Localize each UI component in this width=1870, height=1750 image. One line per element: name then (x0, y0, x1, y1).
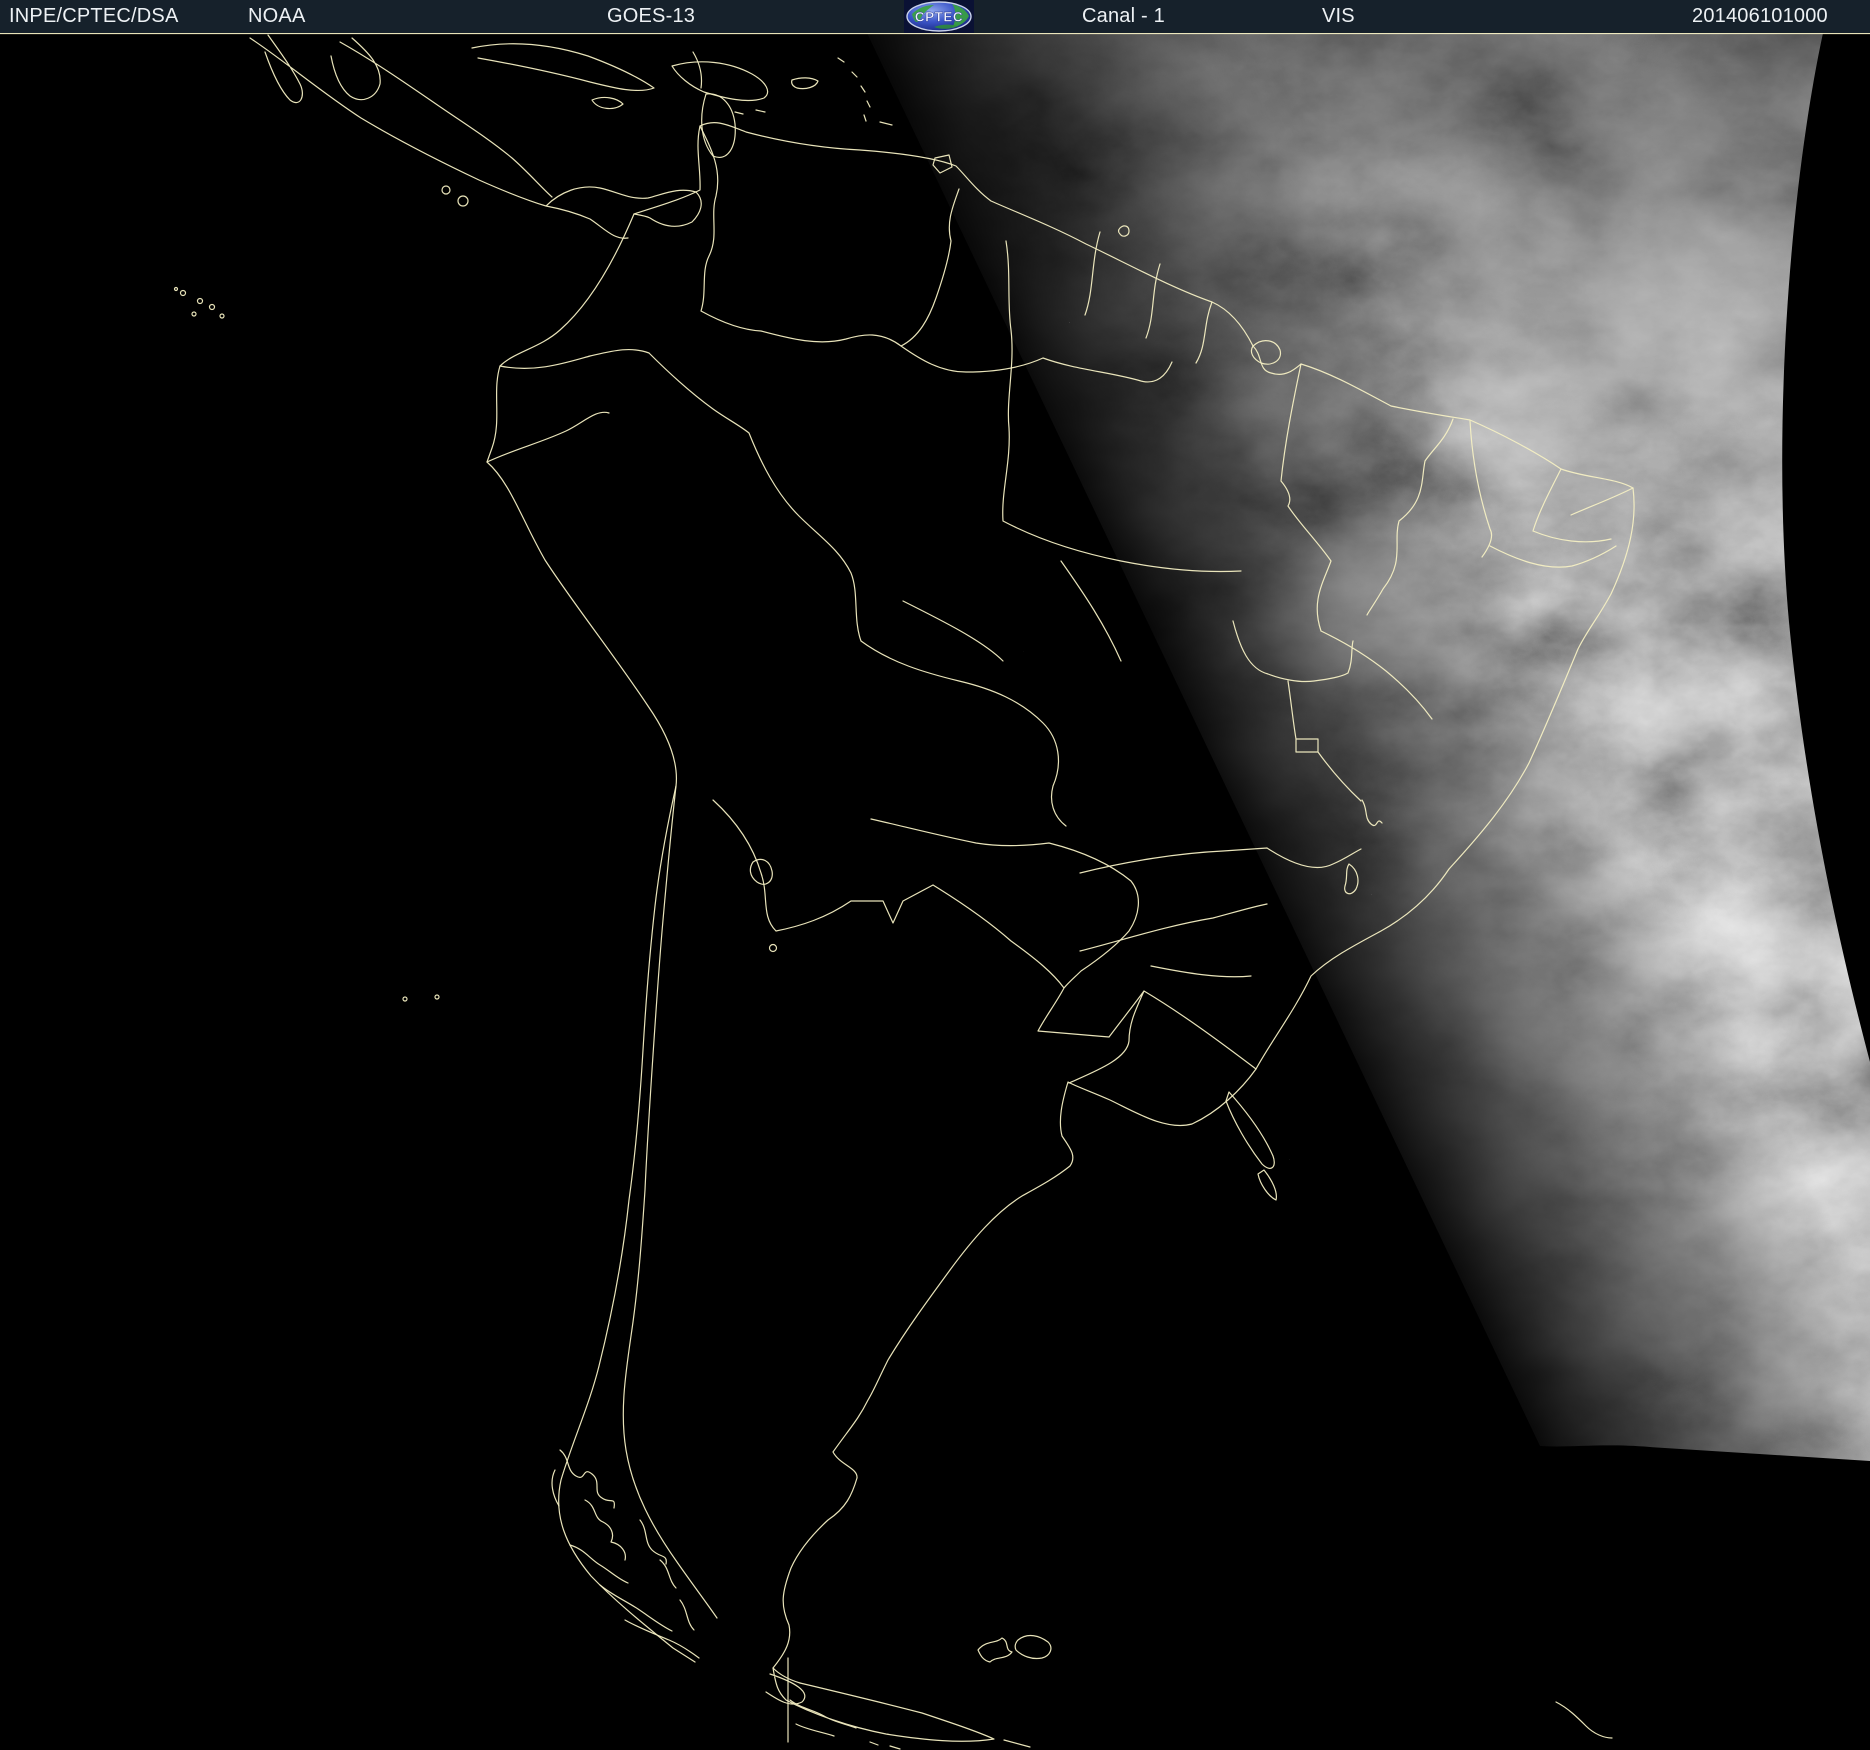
satellite-image-canvas (0, 0, 1870, 1750)
satellite-label: GOES-13 (607, 5, 696, 27)
agency-label: INPE/CPTEC/DSA (9, 5, 179, 27)
channel-label: Canal - 1 (1082, 5, 1165, 27)
cptec-logo-icon: CPTEC (904, 0, 974, 33)
cptec-logo-text: CPTEC (915, 10, 963, 25)
satellite-image (0, 0, 1870, 1750)
satellite-viewer: INPE/CPTEC/DSA NOAA GOES-13 CPTEC Canal … (0, 0, 1870, 1750)
channel-type-label: VIS (1322, 5, 1355, 27)
terminator-speckle (0, 33, 1870, 1750)
noaa-label: NOAA (248, 5, 306, 27)
timestamp-label: 201406101000 (1692, 5, 1828, 27)
header-bar: INPE/CPTEC/DSA NOAA GOES-13 CPTEC Canal … (0, 0, 1870, 33)
